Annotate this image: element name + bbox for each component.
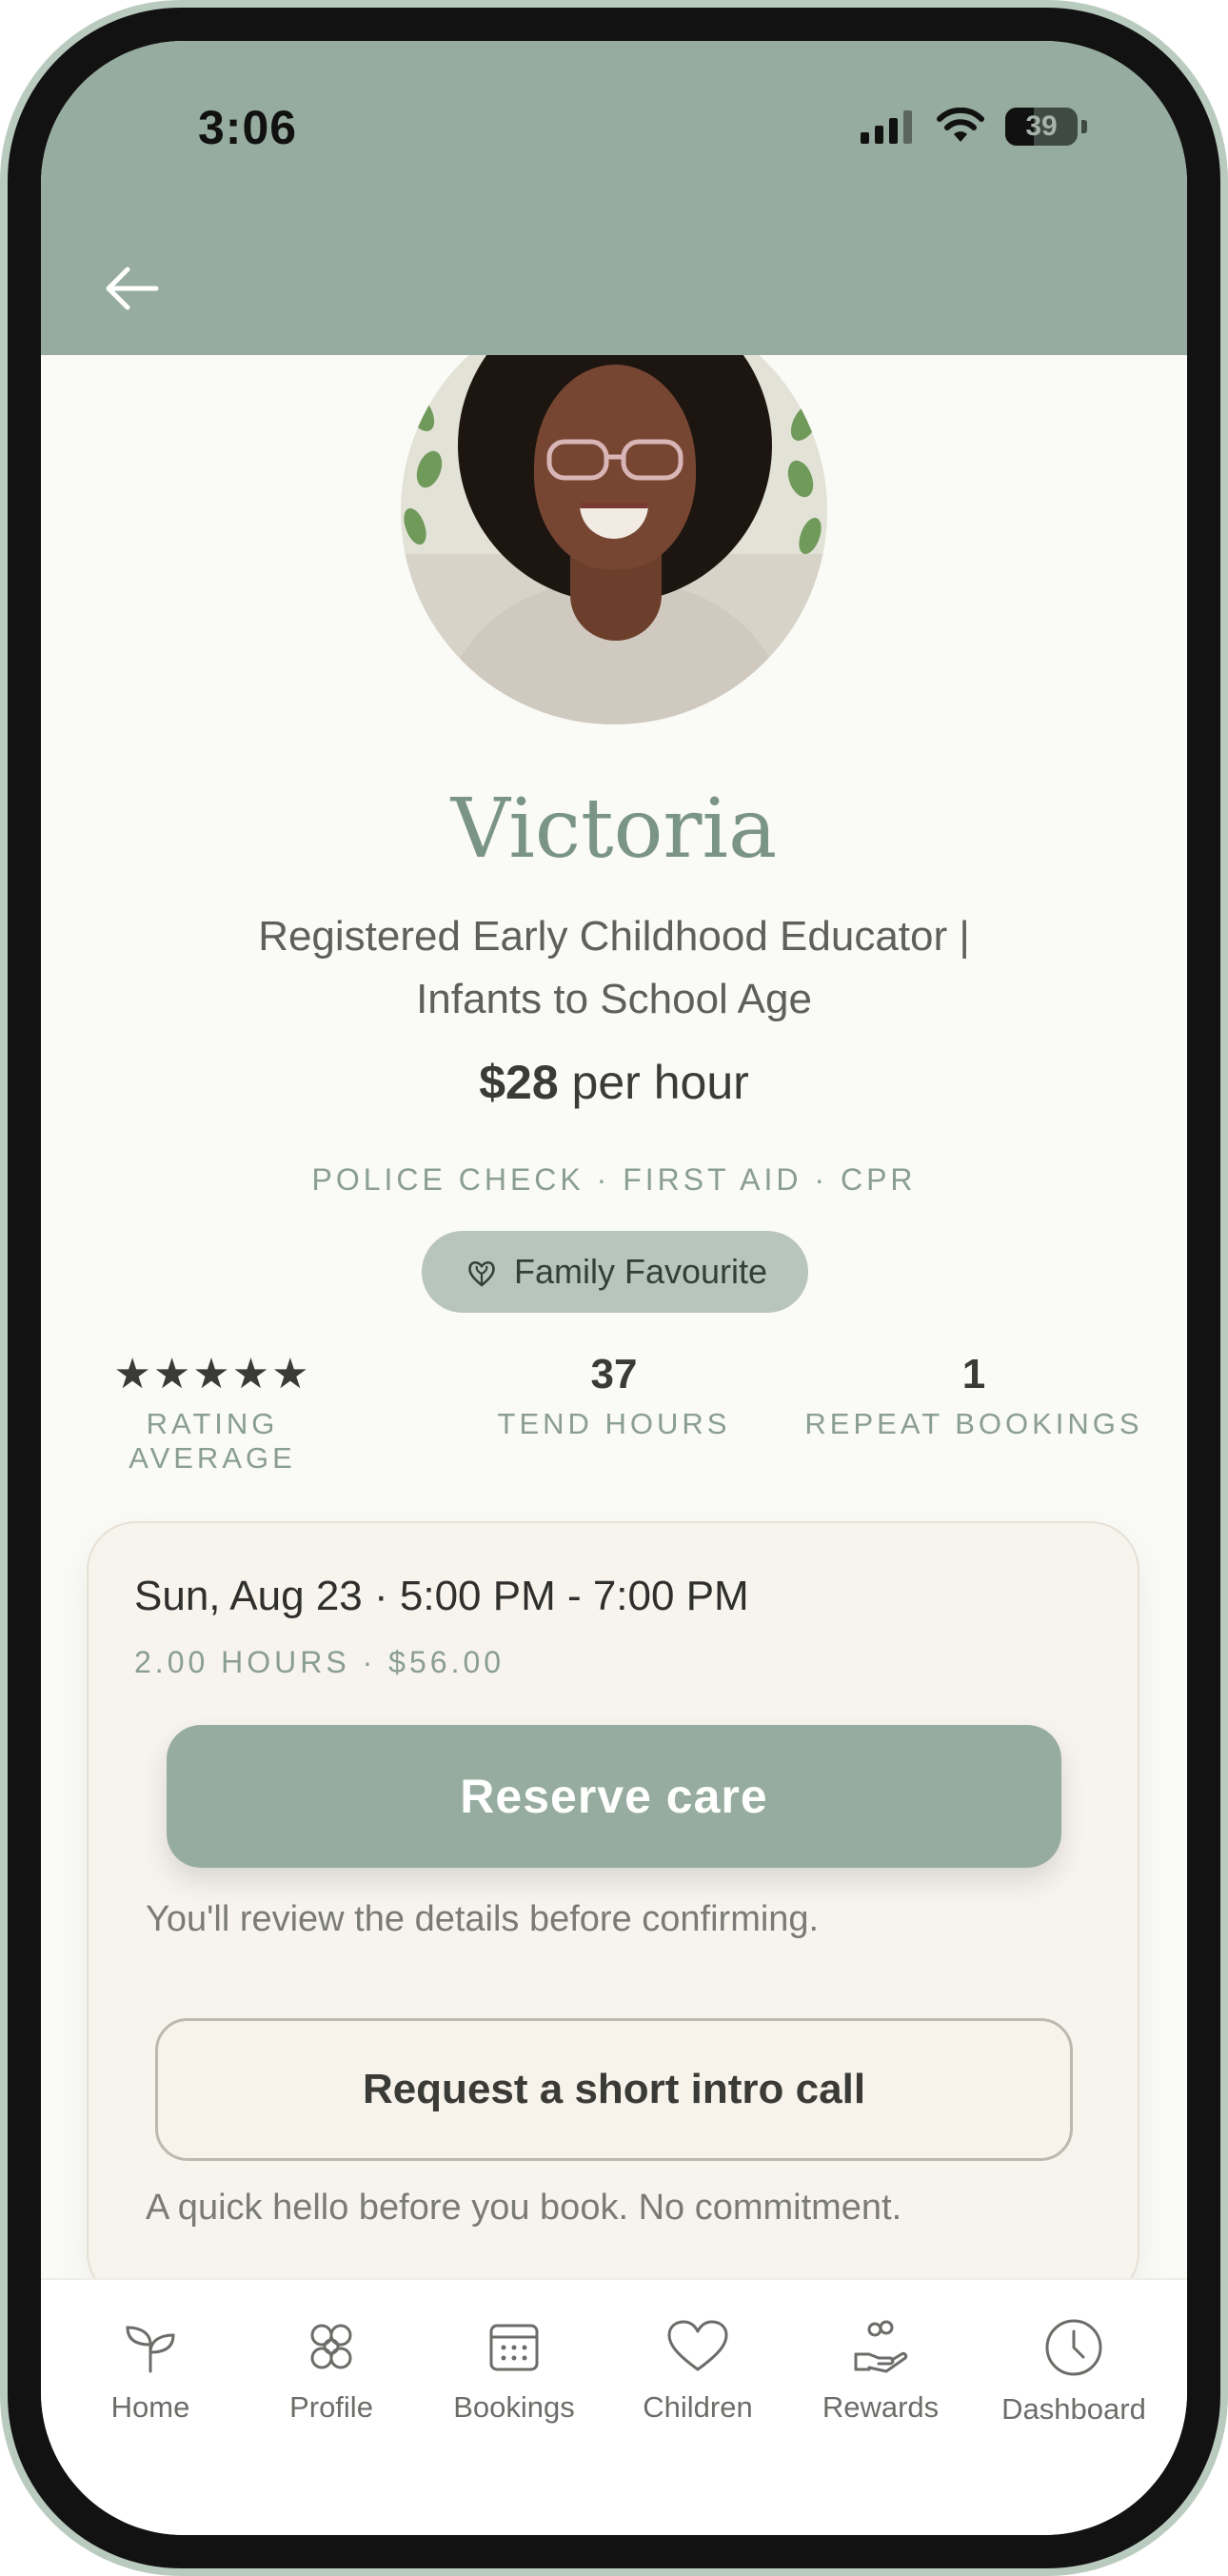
rate-unit: per hour (571, 1056, 749, 1109)
clock-icon (1045, 2319, 1102, 2376)
arrow-left-icon (106, 267, 159, 310)
stat-label: TEND HOURS (497, 1407, 731, 1440)
booking-slot: Sun, Aug 23 · 5:00 PM - 7:00 PM (134, 1573, 749, 1619)
certifications: POLICE CHECK · FIRST AID · CPR (311, 1162, 917, 1197)
wifi-icon (937, 108, 984, 142)
tab-label: Bookings (453, 2390, 575, 2424)
flower-heart-icon (468, 1260, 495, 1287)
flower-icon (310, 2324, 352, 2369)
rate-amount: $28 (479, 1056, 559, 1109)
stat-tend-hours: 37 TEND HOURS (460, 1350, 768, 1441)
header-bar: 3:06 39 (41, 41, 1187, 355)
hourly-rate: $28 per hour (41, 1055, 1187, 1110)
battery-icon: 39 (1005, 108, 1078, 146)
heart-icon (667, 2320, 728, 2371)
tab-bookings[interactable]: Bookings (424, 2316, 604, 2425)
stat-label: RATING AVERAGE (129, 1407, 296, 1475)
calendar-icon (489, 2324, 539, 2371)
tab-label: Rewards (822, 2390, 940, 2424)
bottom-tab-bar: Home Profile Bookings Children Rewards D… (41, 2278, 1187, 2535)
reserve-note: You'll review the details before confirm… (146, 1899, 820, 1939)
hand-gift-icon (854, 2320, 908, 2373)
tab-home[interactable]: Home (60, 2316, 241, 2425)
signal-icon (861, 110, 912, 144)
title-line-2: Infants to School Age (416, 976, 812, 1022)
back-button[interactable] (98, 255, 165, 322)
status-time: 3:06 (198, 101, 298, 154)
caregiver-name: Victoria (450, 782, 778, 877)
tab-rewards[interactable]: Rewards (790, 2316, 971, 2425)
sprout-icon (126, 2326, 175, 2373)
tab-dashboard[interactable]: Dashboard (983, 2316, 1164, 2427)
stat-label: REPEAT BOOKINGS (804, 1407, 1143, 1440)
battery-level: 39 (1025, 110, 1058, 142)
stat-repeat-bookings: 1 REPEAT BOOKINGS (793, 1350, 1155, 1441)
intro-call-button[interactable]: Request a short intro call (155, 2018, 1073, 2161)
booking-card: Sun, Aug 23 · 5:00 PM - 7:00 PM 2.00 HOU… (87, 1521, 1139, 2302)
tab-label: Children (643, 2390, 753, 2424)
tab-profile[interactable]: Profile (241, 2316, 422, 2425)
rating-stars: ★★★★★ (113, 1351, 311, 1397)
tab-label: Dashboard (1001, 2392, 1146, 2426)
stat-value: 1 (961, 1351, 986, 1397)
stat-rating: ★★★★★ RATING AVERAGE (60, 1350, 365, 1476)
reserve-care-button[interactable]: Reserve care (167, 1725, 1061, 1868)
tab-label: Profile (289, 2390, 373, 2424)
title-line-1: Registered Early Childhood Educator | (258, 913, 970, 960)
family-favourite-badge: Family Favourite (422, 1231, 808, 1313)
caregiver-title: Registered Early Childhood Educator | In… (184, 905, 1044, 1031)
booking-meta: 2.00 HOURS · $56.00 (134, 1645, 505, 1679)
tab-label: Home (110, 2390, 190, 2424)
status-icons: 39 (859, 108, 1087, 146)
stat-value: 37 (590, 1351, 638, 1397)
caregiver-avatar (401, 298, 827, 724)
badge-label: Family Favourite (513, 1252, 768, 1291)
intro-note: A quick hello before you book. No commit… (146, 2188, 902, 2228)
app-screen: 3:06 39 Victoria Registered Early Childh… (41, 41, 1187, 2535)
tab-children[interactable]: Children (607, 2316, 788, 2425)
stats-row: ★★★★★ RATING AVERAGE 37 TEND HOURS 1 REP… (41, 1350, 1187, 1475)
